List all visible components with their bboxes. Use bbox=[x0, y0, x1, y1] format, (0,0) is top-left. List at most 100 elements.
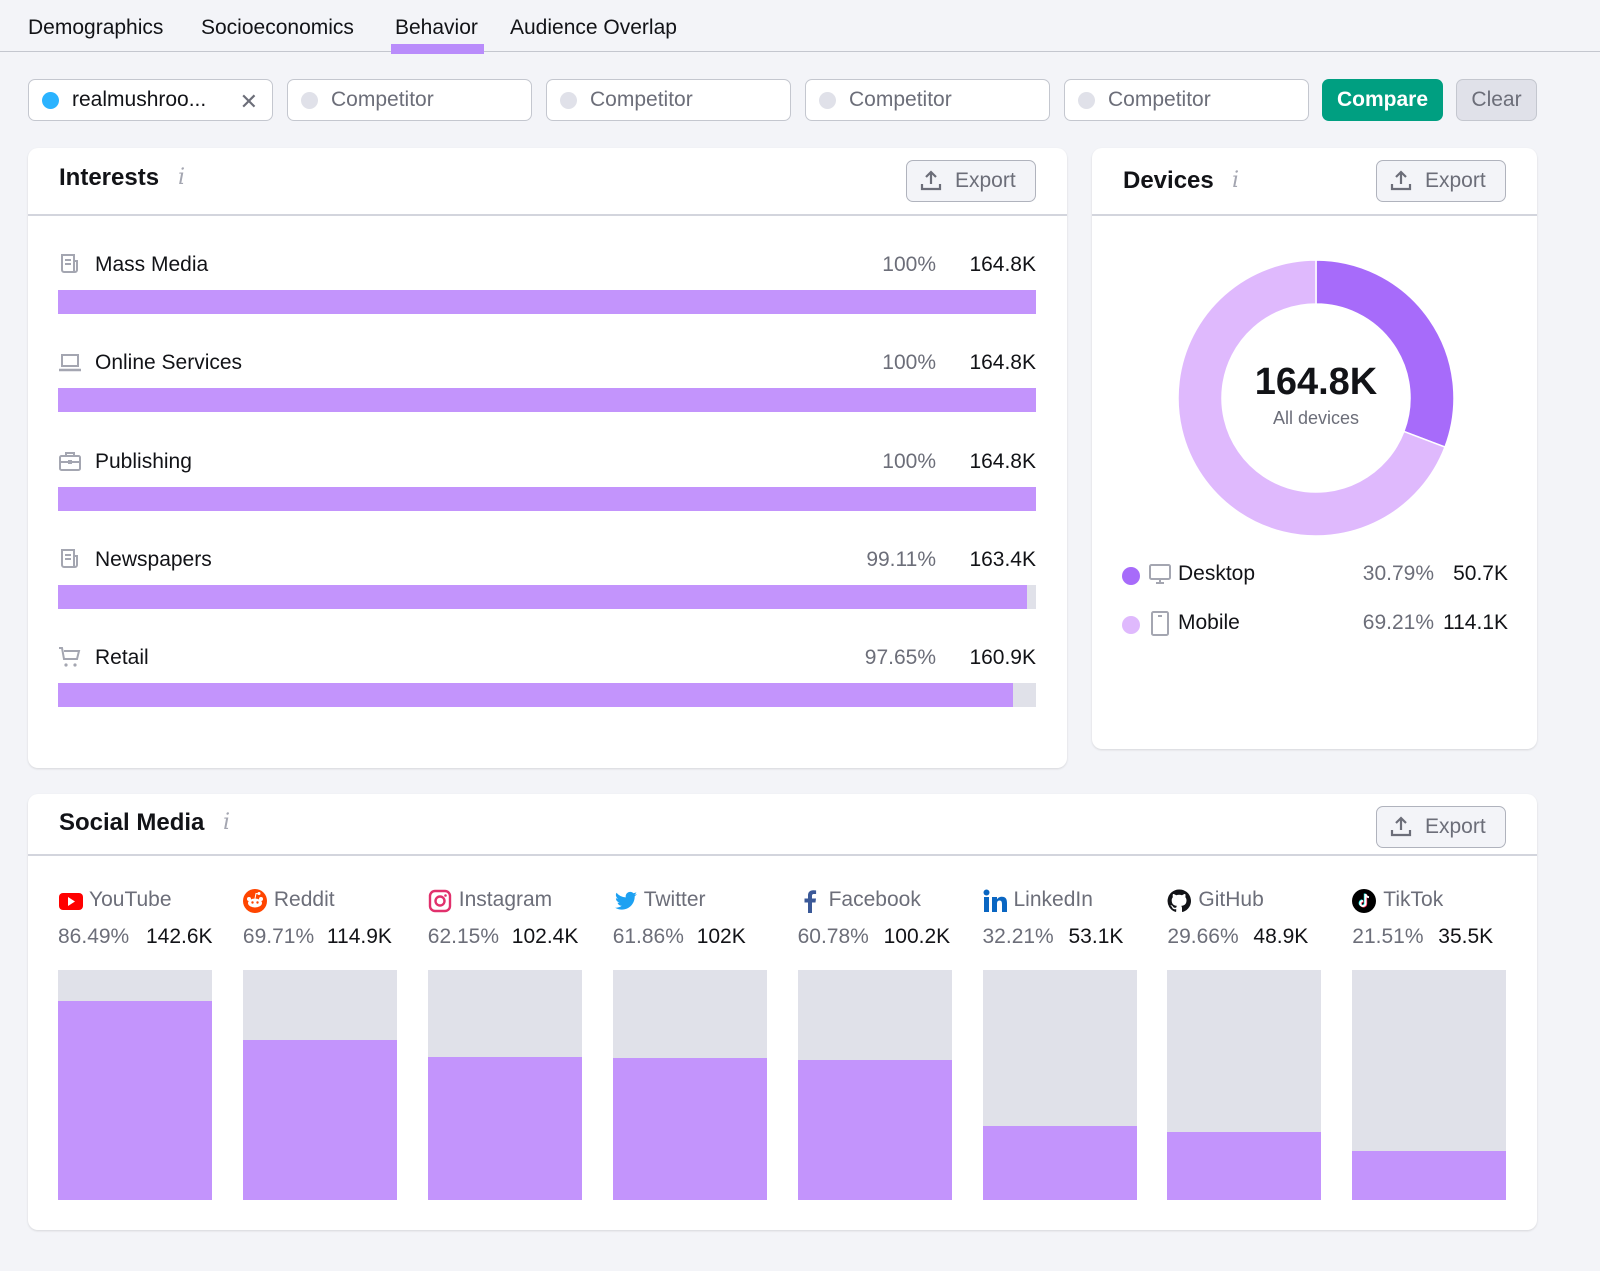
competitor-input-2[interactable] bbox=[590, 88, 770, 112]
competitor-input-4[interactable] bbox=[1108, 88, 1288, 112]
tab-demographics[interactable]: Demographics bbox=[28, 16, 163, 40]
interest-bar-fill bbox=[58, 388, 1036, 413]
social-name: Reddit bbox=[273, 888, 335, 911]
social-count: 53.1K bbox=[1068, 925, 1124, 948]
cart-icon bbox=[58, 645, 82, 669]
github-icon bbox=[1167, 889, 1192, 913]
competitor-input-3[interactable] bbox=[849, 88, 1029, 112]
competitor-dot bbox=[1078, 91, 1095, 109]
clear-domain-icon[interactable]: ✕ bbox=[240, 89, 258, 115]
interest-count: 164.8K bbox=[969, 351, 1036, 375]
export-label: Export bbox=[1425, 815, 1486, 838]
social-bar-fill bbox=[982, 1125, 1137, 1200]
interests-header: Interests i Export bbox=[28, 148, 1067, 216]
youtube-icon bbox=[58, 889, 83, 913]
interest-bar-fill bbox=[58, 290, 1036, 314]
primary-domain-value: realmushroo... bbox=[72, 88, 207, 111]
info-icon[interactable]: i bbox=[178, 165, 185, 190]
mobile-name: Mobile bbox=[1178, 611, 1240, 634]
social-name: GitHub bbox=[1198, 888, 1264, 911]
social-pct: 21.51% bbox=[1352, 925, 1424, 948]
tab-socioeconomics[interactable]: Socioeconomics bbox=[201, 16, 354, 40]
mobile-pct: 69.21% bbox=[1362, 611, 1434, 634]
clear-button[interactable]: Clear bbox=[1456, 79, 1537, 121]
social-count: 35.5K bbox=[1438, 925, 1494, 948]
social-count: 100.2K bbox=[883, 925, 951, 948]
competitor-field-3[interactable] bbox=[805, 79, 1050, 121]
social-bar-track bbox=[58, 970, 212, 1200]
interest-bar-track bbox=[58, 683, 1036, 708]
reddit-icon bbox=[242, 889, 267, 913]
social-column-github: GitHub 29.66% 48.9K bbox=[1167, 886, 1322, 1202]
competitor-dot bbox=[819, 91, 836, 109]
interest-row: Mass Media 100% 164.8K bbox=[58, 250, 1036, 330]
devices-export-button[interactable]: Export bbox=[1376, 160, 1506, 202]
linkedin-icon bbox=[983, 889, 1007, 913]
social-export-button[interactable]: Export bbox=[1376, 806, 1506, 848]
interest-pct: 100% bbox=[882, 449, 936, 473]
social-column-tiktok: TikTok 21.51% 35.5K bbox=[1352, 886, 1507, 1202]
competitor-field-4[interactable] bbox=[1064, 79, 1309, 121]
social-bar-fill bbox=[427, 1057, 582, 1200]
interest-count: 164.8K bbox=[969, 253, 1036, 276]
social-column-youtube: YouTube 86.49% 142.6K bbox=[58, 886, 213, 1202]
tab-behavior[interactable]: Behavior bbox=[391, 16, 484, 54]
twitter-icon bbox=[613, 889, 637, 913]
interest-bar-fill bbox=[58, 584, 1028, 609]
interest-name: Newspapers bbox=[95, 547, 212, 571]
interest-bar-track bbox=[58, 486, 1036, 511]
tab-audience-overlap[interactable]: Audience Overlap bbox=[510, 16, 677, 40]
desktop-name: Desktop bbox=[1178, 562, 1256, 585]
social-bar-track bbox=[612, 970, 767, 1200]
social-name: TikTok bbox=[1383, 888, 1444, 911]
info-icon[interactable]: i bbox=[223, 810, 230, 835]
interest-row: Newspapers 99.11% 163.4K bbox=[58, 545, 1036, 625]
social-bar-track bbox=[797, 970, 952, 1200]
competitor-field-2[interactable] bbox=[546, 79, 791, 121]
interest-name: Retail bbox=[95, 646, 149, 670]
compare-button[interactable]: Compare bbox=[1322, 79, 1443, 121]
social-bar-track bbox=[242, 970, 397, 1200]
social-pct: 86.49% bbox=[58, 925, 130, 948]
interests-title: Interests bbox=[59, 164, 160, 191]
social-bar-fill bbox=[797, 1060, 952, 1200]
social-bar-fill bbox=[242, 1039, 397, 1200]
mobile-dot bbox=[1122, 616, 1140, 634]
social-name: Instagram bbox=[458, 888, 553, 911]
social-pct: 61.86% bbox=[612, 925, 684, 948]
newspaper-icon bbox=[58, 252, 82, 276]
legend-mobile: Mobile 69.21% 114.1K bbox=[1122, 609, 1508, 639]
devices-total: 164.8K bbox=[1254, 361, 1378, 403]
export-label: Export bbox=[1425, 169, 1486, 192]
competitor-input-1[interactable] bbox=[331, 88, 511, 112]
competitor-field-1[interactable] bbox=[287, 79, 532, 121]
newspaper-icon bbox=[58, 547, 82, 571]
primary-domain-dot bbox=[42, 91, 59, 109]
social-name: Facebook bbox=[828, 888, 921, 911]
interests-export-button[interactable]: Export bbox=[906, 160, 1036, 202]
devices-card: Devices i Export 164.8K All devices Desk… bbox=[1092, 148, 1537, 749]
social-bar-fill bbox=[612, 1057, 767, 1200]
interest-pct: 97.65% bbox=[864, 646, 936, 670]
social-bar-track bbox=[982, 970, 1137, 1200]
instagram-icon bbox=[428, 889, 452, 913]
interest-row: Publishing 100% 164.8K bbox=[58, 447, 1036, 527]
social-count: 102K bbox=[696, 925, 746, 948]
interest-row: Retail 97.65% 160.9K bbox=[58, 643, 1036, 723]
social-media-title: Social Media bbox=[59, 809, 205, 836]
laptop-icon bbox=[58, 350, 82, 374]
info-icon[interactable]: i bbox=[1232, 168, 1239, 193]
interest-count: 163.4K bbox=[969, 547, 1036, 571]
competitor-dot bbox=[560, 91, 577, 109]
interest-count: 160.9K bbox=[969, 646, 1036, 670]
social-bar-fill bbox=[1352, 1150, 1507, 1200]
social-count: 102.4K bbox=[511, 925, 579, 948]
interest-pct: 100% bbox=[882, 351, 936, 375]
primary-domain-field[interactable]: realmushroo... ✕ bbox=[28, 79, 273, 121]
social-column-instagram: Instagram 62.15% 102.4K bbox=[427, 886, 582, 1202]
social-column-reddit: Reddit 69.71% 114.9K bbox=[242, 886, 397, 1202]
briefcase-icon bbox=[58, 449, 82, 473]
social-column-facebook: Facebook 60.78% 100.2K bbox=[797, 886, 952, 1202]
social-pct: 32.21% bbox=[982, 925, 1054, 948]
social-pct: 62.15% bbox=[427, 925, 500, 948]
